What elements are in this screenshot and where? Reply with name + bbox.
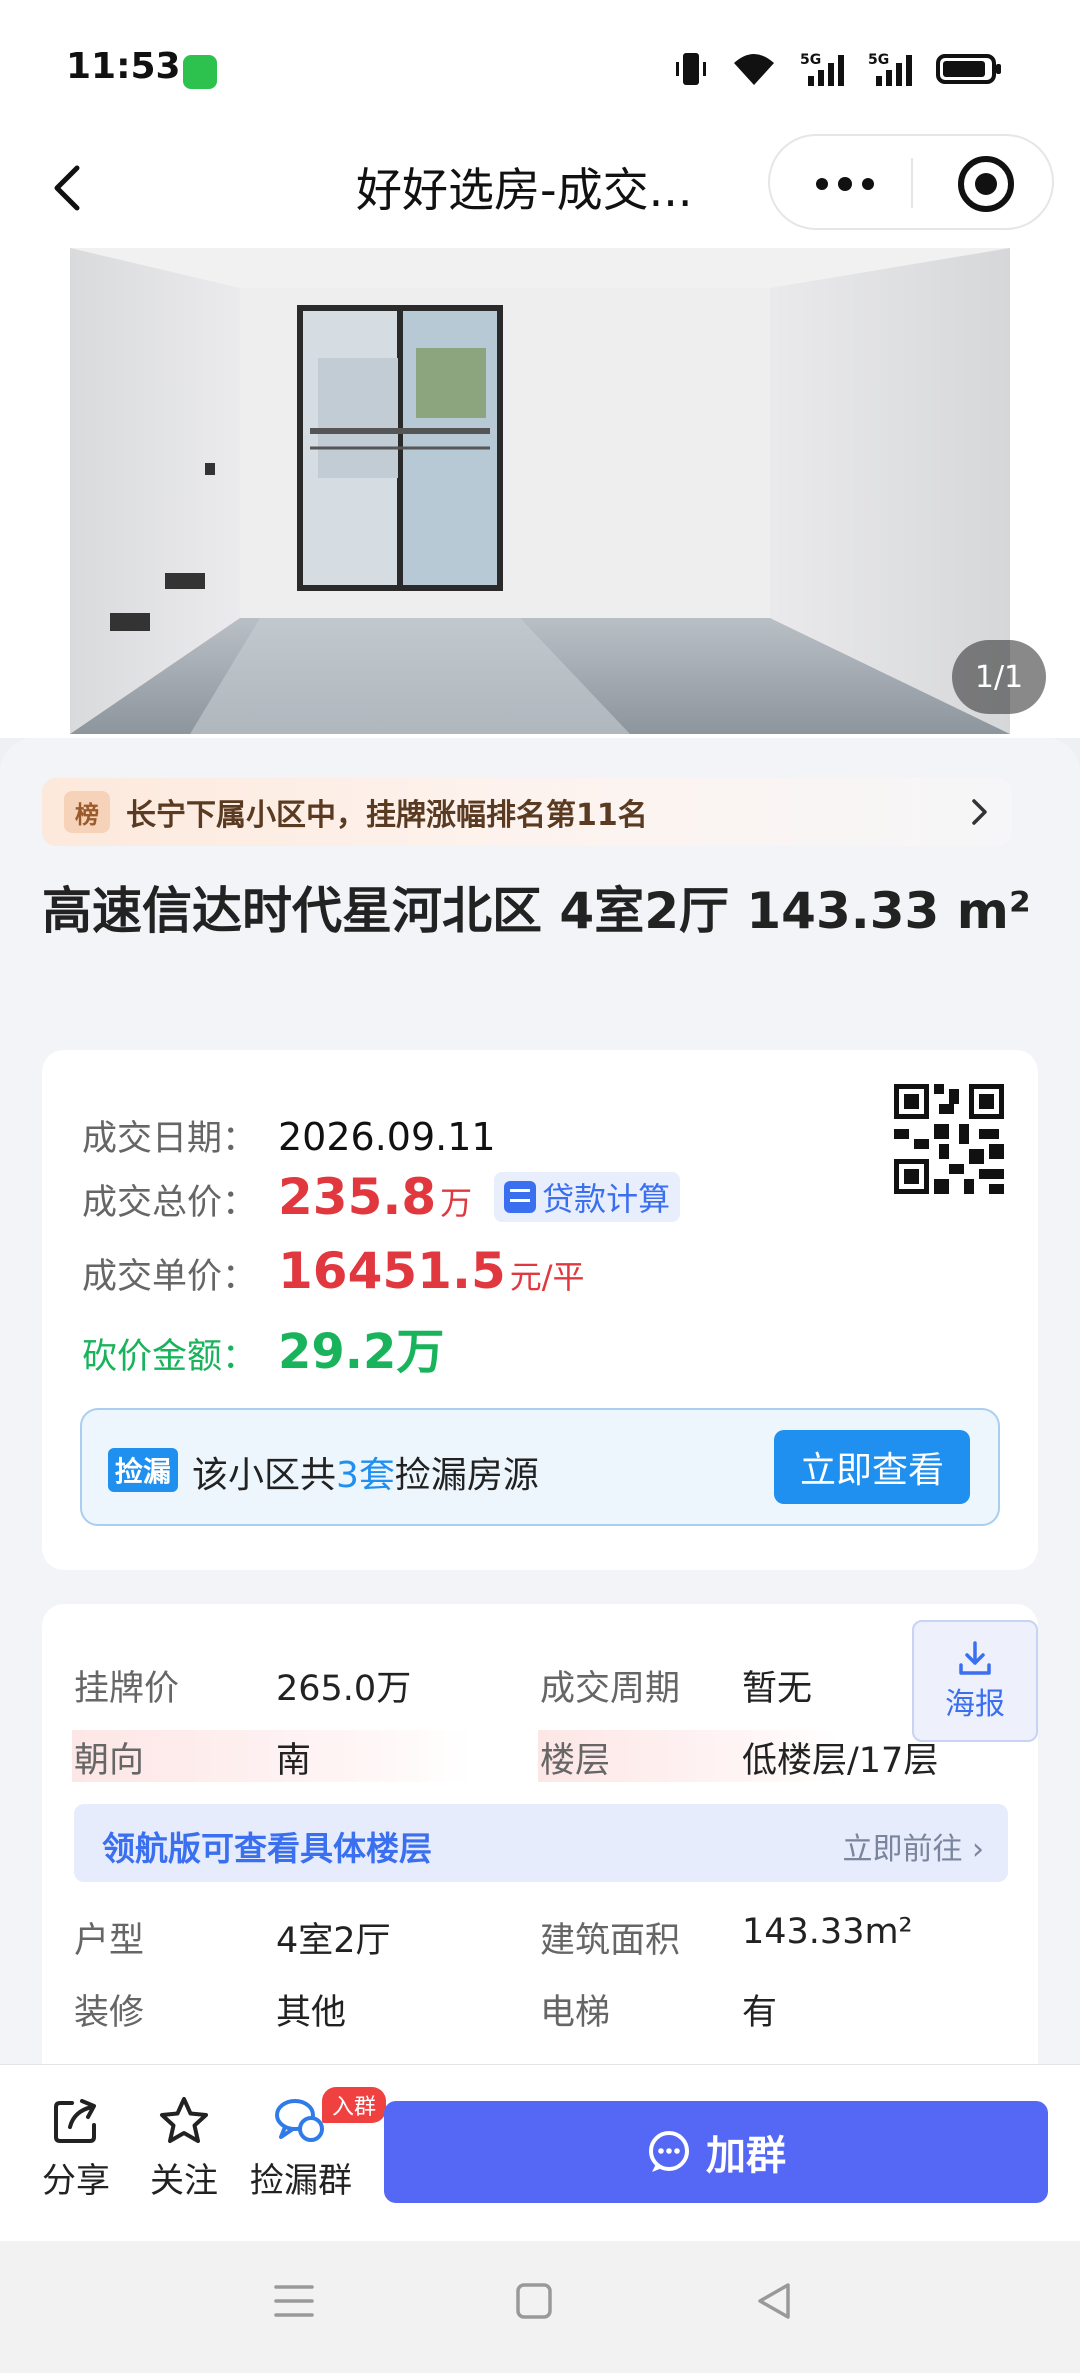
bargain-count: 3套 — [336, 1455, 395, 1496]
qr-code[interactable] — [894, 1084, 1004, 1194]
deal-card: 成交日期： 2026.09.11 成交总价： 235.8 万 贷款计算 成交单价… — [42, 1050, 1038, 1570]
deal-total-label: 成交总价： — [82, 1183, 258, 1223]
info-label: 楼层 — [540, 1741, 611, 1781]
deal-unit-unit: 元/平 — [509, 1258, 585, 1296]
svg-text:5G: 5G — [800, 52, 821, 68]
info-row: 挂牌价 265.0万 成交周期 暂无 — [62, 1654, 992, 1712]
signal-icon-1: 5G — [800, 52, 844, 86]
join-group-badge: 入群 — [322, 2087, 387, 2123]
signal-icon-2: 5G — [868, 52, 912, 86]
star-icon — [160, 2097, 208, 2143]
ranking-text: 长宁下属小区中，挂牌涨幅排名第11名 — [126, 798, 648, 833]
info-row: 户型 4室2厅 建筑面积 143.33m² — [62, 1906, 992, 1964]
pilot-version-banner[interactable]: 领航版可查看具体楼层 立即前往 › — [74, 1804, 1008, 1882]
go-now-link[interactable]: 立即前往 › — [842, 1824, 984, 1868]
ranking-tag: 榜 — [64, 791, 110, 833]
home-nav-icon[interactable] — [514, 2281, 554, 2321]
join-group-label: 加群 — [706, 2133, 786, 2179]
info-value: 143.33m² — [742, 1912, 913, 1952]
status-bar: 11:53 5G 5G — [0, 0, 1080, 130]
pilot-version-text: 领航版可查看具体楼层 — [102, 1829, 432, 1868]
join-group-button[interactable]: 加群 — [384, 2101, 1048, 2203]
details-card: 海报 挂牌价 265.0万 成交周期 暂无 朝向 南 楼层 低楼层/17层 领航… — [42, 1604, 1038, 2064]
info-label: 朝向 — [74, 1741, 145, 1781]
calculator-icon — [504, 1181, 537, 1213]
bargain-label: 砍价金额： — [82, 1337, 258, 1377]
follow-button[interactable]: 关注 — [150, 2095, 218, 2202]
deal-unit-label: 成交单价： — [82, 1257, 258, 1297]
chevron-right-icon — [972, 799, 987, 825]
back-nav-icon[interactable] — [754, 2281, 794, 2321]
info-value: 4室2厅 — [276, 1921, 391, 1961]
chat-icon — [649, 2131, 689, 2172]
info-value: 有 — [742, 1993, 778, 2033]
battery-icon — [936, 54, 1001, 84]
info-value: 南 — [276, 1741, 312, 1781]
status-icons: 5G 5G — [674, 50, 1002, 88]
bargain-tag: 捡漏 — [108, 1448, 178, 1492]
deal-date-row: 成交日期： 2026.09.11 — [82, 1110, 496, 1161]
room-photo[interactable] — [70, 248, 1010, 734]
follow-label: 关注 — [150, 2161, 218, 2201]
info-label: 建筑面积 — [540, 1921, 681, 1961]
vibrate-icon — [676, 53, 706, 85]
info-row: 装修 其他 电梯 有 — [62, 1978, 992, 2036]
deal-date-value: 2026.09.11 — [278, 1115, 496, 1159]
miniprogram-capsule — [768, 134, 1054, 230]
info-row: 朝向 南 楼层 低楼层/17层 — [62, 1726, 992, 1784]
bargain-text-after: 捡漏房源 — [394, 1455, 539, 1496]
deal-date-label: 成交日期： — [82, 1119, 258, 1159]
house-title: 高速信达时代星河北区 4室2厅 143.33 m² — [42, 882, 1031, 940]
info-label: 户型 — [74, 1921, 145, 1961]
bargain-group-label: 捡漏群 — [250, 2161, 352, 2201]
deal-total-row: 成交总价： 235.8 万 贷款计算 — [82, 1168, 681, 1226]
more-menu-button[interactable] — [800, 162, 890, 206]
status-time: 11:53 — [66, 46, 181, 87]
ranking-banner[interactable]: 榜 长宁下属小区中，挂牌涨幅排名第11名 — [42, 778, 1012, 846]
info-label: 成交周期 — [540, 1669, 681, 1709]
wechat-notification-icon — [183, 55, 217, 89]
menu-nav-icon[interactable] — [274, 2281, 314, 2321]
info-value: 其他 — [276, 1993, 347, 2033]
bargain-listings-text: 该小区共3套捡漏房源 — [192, 1446, 539, 1498]
close-miniprogram-button[interactable] — [958, 156, 1014, 212]
info-value: 低楼层/17层 — [742, 1741, 939, 1781]
bargain-row: 砍价金额： 29.2万 — [82, 1312, 444, 1382]
detail-sheet: 榜 长宁下属小区中，挂牌涨幅排名第11名 高速信达时代星河北区 4室2厅 143… — [0, 738, 1080, 2064]
info-label: 电梯 — [540, 1993, 611, 2033]
deal-total-value: 235.8 — [278, 1168, 437, 1226]
bottom-action-bar: 分享 关注 捡漏群 入群 加群 — [0, 2064, 1080, 2241]
share-label: 分享 — [42, 2161, 110, 2201]
deal-unit-value: 16451.5 — [278, 1242, 506, 1300]
title-bar: 好好选房-成交... — [0, 130, 1080, 248]
system-navigation-bar — [0, 2241, 1080, 2373]
photo-counter: 1/1 — [952, 640, 1046, 714]
chat-bubbles-icon — [275, 2099, 324, 2142]
back-button[interactable] — [36, 158, 96, 218]
deal-unit-price-row: 成交单价： 16451.5 元/平 — [82, 1242, 585, 1300]
view-now-button[interactable]: 立即查看 — [774, 1430, 970, 1504]
page-title: 好好选房-成交... — [356, 163, 693, 217]
deal-total-unit: 万 — [440, 1184, 473, 1222]
bargain-text-before: 该小区共 — [192, 1455, 337, 1496]
loan-calculator-label: 贷款计算 — [542, 1180, 671, 1218]
photo-gallery: 1/1 — [0, 248, 1080, 738]
bargain-listings-box: 捡漏 该小区共3套捡漏房源 立即查看 — [80, 1408, 1000, 1526]
wifi-icon — [734, 54, 774, 85]
info-value: 暂无 — [742, 1669, 813, 1709]
info-label: 挂牌价 — [74, 1669, 180, 1709]
svg-text:5G: 5G — [868, 52, 889, 68]
info-value: 265.0万 — [276, 1669, 412, 1709]
chevron-left-icon — [54, 165, 80, 211]
loan-calculator-button[interactable]: 贷款计算 — [494, 1172, 681, 1222]
share-icon — [54, 2099, 96, 2143]
capsule-divider — [911, 158, 913, 208]
share-button[interactable]: 分享 — [42, 2095, 110, 2202]
bargain-value: 29.2万 — [278, 1324, 445, 1380]
info-label: 装修 — [74, 1993, 145, 2033]
